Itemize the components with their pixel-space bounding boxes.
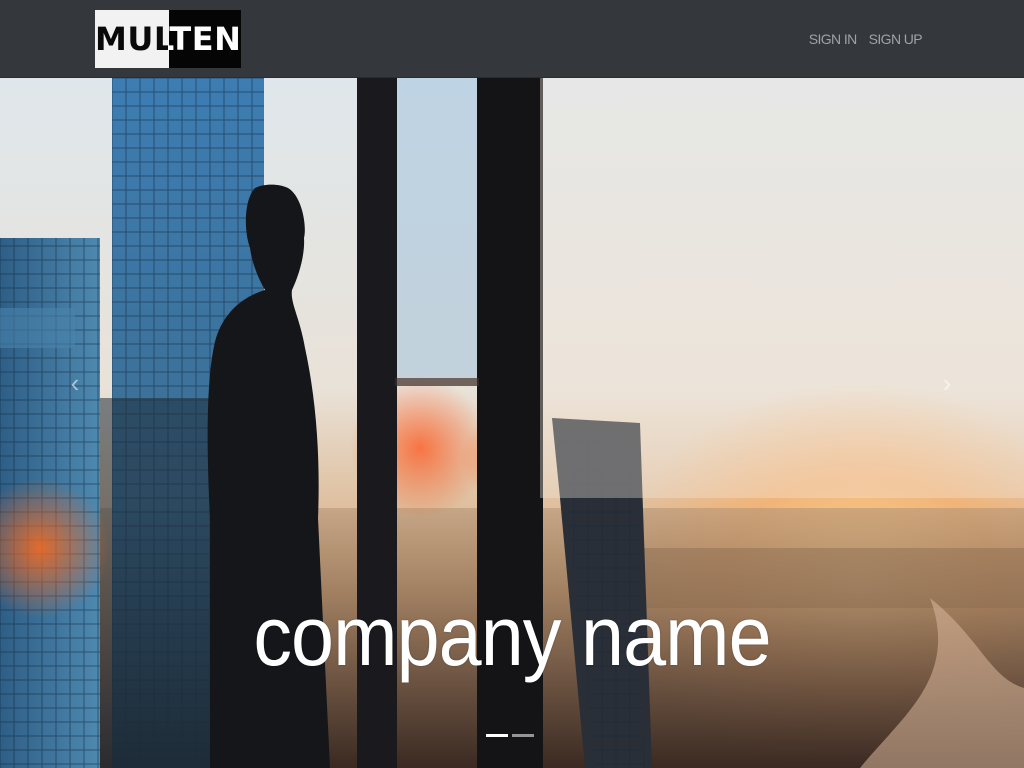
auth-links: SIGN IN SIGN UP <box>809 31 923 47</box>
logo-text: MULTEN <box>95 10 241 68</box>
sign-in-link[interactable]: SIGN IN <box>809 31 858 47</box>
top-navbar: MULTEN SIGN IN SIGN UP <box>0 0 1024 78</box>
brand-logo[interactable]: MULTEN <box>95 10 241 68</box>
hero-carousel: ‹ › company name <box>0 78 1024 768</box>
carousel-indicators <box>486 734 534 737</box>
sign-up-link[interactable]: SIGN UP <box>869 31 923 47</box>
carousel-prev-icon[interactable]: ‹ <box>66 368 84 398</box>
hero-title: company name <box>253 589 771 683</box>
carousel-next-icon[interactable]: › <box>938 368 956 398</box>
carousel-indicator-1[interactable] <box>486 734 508 737</box>
carousel-indicator-2[interactable] <box>512 734 534 737</box>
